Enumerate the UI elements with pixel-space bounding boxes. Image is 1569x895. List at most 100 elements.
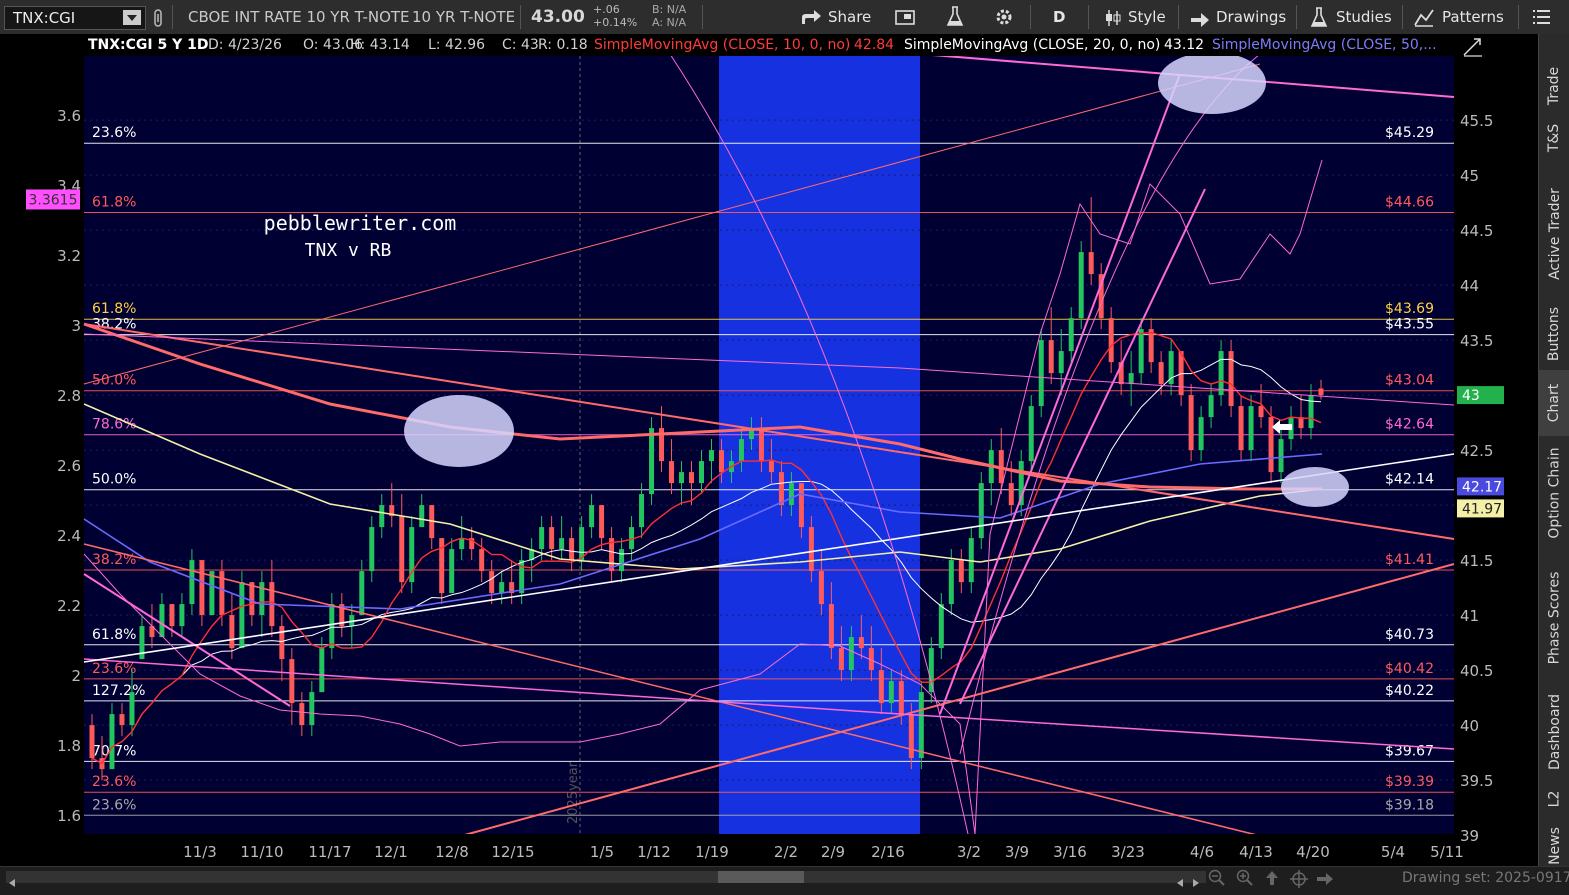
- horizontal-scrollbar[interactable]: [6, 871, 1206, 883]
- candle-body: [299, 703, 305, 726]
- left-axis-tick: 2: [71, 667, 81, 685]
- side-tab-chart[interactable]: Chart: [1539, 370, 1569, 436]
- gear-icon[interactable]: [994, 7, 1014, 31]
- candle-body: [559, 538, 565, 550]
- move-up-icon[interactable]: [1264, 870, 1280, 890]
- menu-icon[interactable]: [1533, 9, 1551, 29]
- patterns-button[interactable]: Patterns: [1414, 3, 1514, 31]
- legend-sma20-value: 43.12: [1164, 37, 1205, 53]
- detach-icon[interactable]: [895, 8, 917, 30]
- crosshair-icon[interactable]: [1290, 870, 1308, 892]
- flask-icon[interactable]: [946, 6, 964, 32]
- legend-sma50[interactable]: SimpleMovingAvg (CLOSE, 50,...: [1212, 34, 1437, 56]
- candle-body: [1318, 388, 1324, 396]
- price-badge-text: 43: [1462, 388, 1480, 404]
- candle-body: [119, 714, 125, 726]
- symbol-selector[interactable]: TNX:CGI: [4, 6, 146, 30]
- side-tab-label: Dashboard: [1546, 694, 1563, 770]
- left-axis-tick: 3.2: [57, 247, 81, 265]
- chevron-down-icon[interactable]: [123, 10, 141, 25]
- legend-sma20[interactable]: SimpleMovingAvg (CLOSE, 20, 0, no): [904, 34, 1160, 56]
- side-tab-l2[interactable]: L2: [1539, 778, 1569, 820]
- drawings-button[interactable]: Drawings: [1190, 3, 1290, 31]
- candle-body: [798, 483, 804, 528]
- legend-sma10-value: 42.84: [854, 37, 895, 53]
- scrollbar-thumb[interactable]: [718, 871, 804, 883]
- right-axis-tick: 40: [1460, 717, 1479, 735]
- x-axis-label: 11/3: [183, 843, 217, 861]
- side-tab-active-trader[interactable]: Active Trader: [1539, 170, 1569, 298]
- toolbar: TNX:CGI CBOE INT RATE 10 YR T-NOTE 10 YR…: [0, 0, 1569, 35]
- candle-body: [549, 527, 555, 550]
- fib-level-value: $43.69: [1385, 301, 1434, 317]
- share-button[interactable]: Share: [800, 3, 876, 31]
- candle-body: [928, 648, 934, 693]
- candle-body: [958, 560, 964, 583]
- right-axis-tick: 45: [1460, 167, 1479, 185]
- candle-body: [948, 560, 954, 605]
- candle-body: [479, 549, 485, 572]
- candle-body: [848, 637, 854, 671]
- studies-label: Studies: [1336, 8, 1392, 26]
- fib-level-pct: 61.8%: [92, 627, 136, 643]
- scroll-left-icon[interactable]: [8, 873, 16, 892]
- candle-body: [1278, 439, 1284, 473]
- legend-low: L: 42.96: [428, 37, 486, 53]
- candle-body: [1038, 340, 1044, 407]
- candle-body: [669, 461, 675, 484]
- candle-body: [1148, 329, 1154, 363]
- fit-icon[interactable]: [1462, 37, 1484, 61]
- bid-text: B: N/A: [652, 3, 687, 16]
- side-panel: Trade T&S Active Trader Buttons Chart Option …: [1538, 34, 1569, 866]
- candle-body: [249, 582, 255, 616]
- x-axis-label: 4/20: [1296, 843, 1330, 861]
- side-tab-t-s[interactable]: T&S: [1539, 108, 1569, 168]
- side-tab-news[interactable]: News: [1539, 827, 1569, 865]
- period-button[interactable]: D: [1053, 3, 1065, 31]
- chart-area[interactable]: 2025year 23.6% $45.29 61.8% $44.66 61.8% $43.6…: [0, 34, 1538, 866]
- legend-sma10[interactable]: SimpleMovingAvg (CLOSE, 10, 0, no): [594, 34, 850, 56]
- style-button[interactable]: Style: [1104, 3, 1172, 31]
- candle-body: [1108, 318, 1114, 363]
- studies-button[interactable]: Studies: [1310, 3, 1395, 31]
- side-tab-phase-scores[interactable]: Phase Scores: [1539, 558, 1569, 678]
- x-axis-label: 11/17: [308, 843, 351, 861]
- candle-body: [359, 571, 365, 616]
- zoom-in-icon[interactable]: [1236, 869, 1254, 891]
- scroll-left-icon[interactable]: [1176, 873, 1184, 892]
- patterns-label: Patterns: [1442, 8, 1504, 26]
- side-tab-dashboard[interactable]: Dashboard: [1539, 678, 1569, 786]
- side-tab-option-chain[interactable]: Option Chain: [1539, 434, 1569, 552]
- candle-body: [289, 659, 295, 704]
- x-axis-label: 11/10: [240, 843, 283, 861]
- zoom-out-icon[interactable]: [1208, 869, 1226, 891]
- candle-body: [1218, 351, 1224, 396]
- arrow-right-icon: [1190, 9, 1210, 37]
- separator: [1296, 5, 1297, 29]
- fib-level-pct: 23.6%: [92, 125, 136, 141]
- separator: [1178, 5, 1179, 29]
- candle-body: [619, 549, 625, 572]
- candle-body: [1248, 406, 1254, 451]
- fib-level-value: $42.64: [1385, 417, 1434, 433]
- arrow-right-icon[interactable]: [1316, 871, 1334, 891]
- price-chart[interactable]: 2025year23.6% $45.2961.8% $44.6661.8% $43.6…: [0, 34, 1538, 866]
- x-axis-label: 1/19: [695, 843, 729, 861]
- fib-level-pct: 38.2%: [92, 552, 136, 568]
- candle-body: [758, 428, 764, 462]
- side-tab-trade[interactable]: Trade: [1539, 67, 1569, 105]
- ask-text: A: N/A: [652, 16, 686, 29]
- scroll-right-icon[interactable]: [1192, 873, 1200, 892]
- fib-level-value: $39.39: [1385, 774, 1434, 790]
- side-tab-label: Option Chain: [1546, 447, 1563, 539]
- side-tab-label: Buttons: [1546, 306, 1563, 362]
- link-icon[interactable]: [152, 9, 164, 31]
- x-axis-label: 12/1: [374, 843, 408, 861]
- candle-body: [379, 505, 385, 528]
- separator: [1518, 5, 1519, 29]
- candle-body: [649, 428, 655, 495]
- candle-body: [1028, 406, 1034, 462]
- candle-body: [399, 516, 405, 583]
- side-tab-buttons[interactable]: Buttons: [1539, 304, 1569, 364]
- share-icon: [800, 8, 822, 36]
